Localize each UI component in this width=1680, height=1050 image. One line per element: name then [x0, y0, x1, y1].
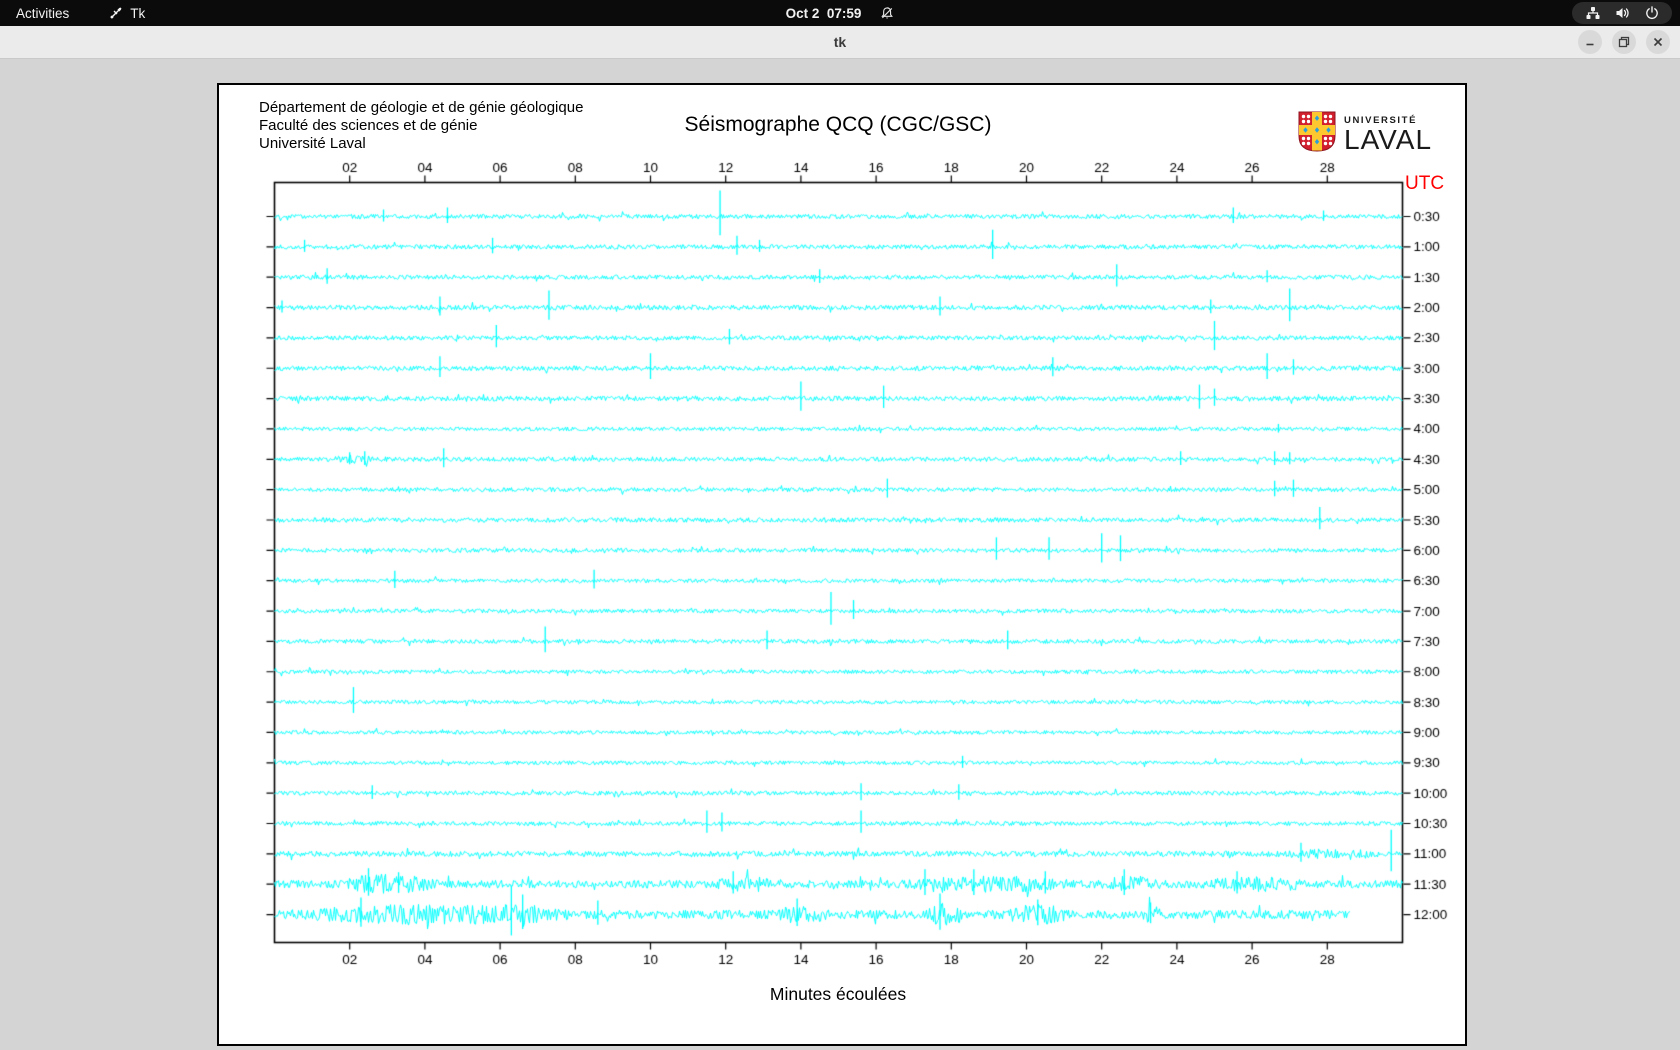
plot-title: Séismographe QCQ (CGC/GSC)	[684, 113, 992, 136]
utc-label: UTC	[1405, 173, 1445, 194]
activities-button[interactable]: Activities	[0, 0, 85, 26]
app-indicator[interactable]: Tk	[103, 0, 151, 26]
seismograph-window: Département de géologie et de génie géol…	[217, 83, 1467, 1046]
laval-logo: UNIVERSITÉ LAVAL	[1298, 111, 1432, 157]
app-indicator-label: Tk	[130, 5, 146, 21]
logo-text-large: LAVAL	[1344, 123, 1433, 155]
quick-settings[interactable]	[1572, 2, 1672, 24]
close-button[interactable]	[1646, 30, 1670, 54]
power-icon	[1645, 6, 1659, 20]
notifications-muted-icon	[879, 6, 894, 21]
gnome-top-bar: Activities Tk Oct 2 07:59	[0, 0, 1680, 26]
window-titlebar[interactable]: tk	[0, 26, 1680, 59]
seismogram-canvas	[219, 85, 1461, 1040]
minimize-button[interactable]	[1578, 30, 1602, 54]
institution-line: Université Laval	[259, 135, 366, 152]
window-title: tk	[833, 34, 847, 50]
activities-label: Activities	[16, 5, 70, 21]
maximize-button[interactable]	[1612, 30, 1636, 54]
network-wired-icon	[1585, 6, 1601, 20]
x-axis-label: Minutes écoulées	[769, 984, 907, 1004]
laval-shield-icon	[1298, 111, 1336, 157]
clock[interactable]: Oct 2 07:59	[786, 6, 862, 21]
tk-app-icon	[109, 6, 123, 20]
volume-icon	[1615, 6, 1631, 20]
